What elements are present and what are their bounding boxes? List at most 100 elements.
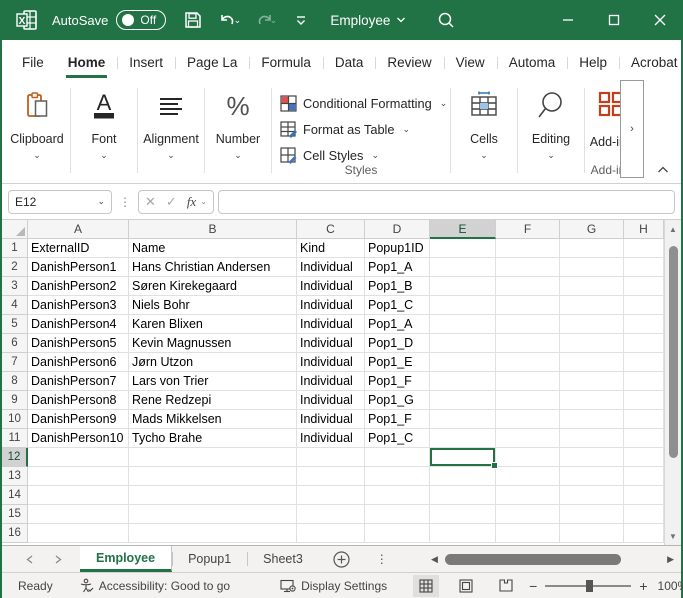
cell-D1[interactable]: Popup1ID [365,239,430,258]
cell-H8[interactable] [624,372,664,391]
cell-B4[interactable]: Niels Bohr [129,296,297,315]
cell-F7[interactable] [496,353,560,372]
save-icon[interactable] [180,7,206,33]
zoom-slider-thumb[interactable] [586,580,593,592]
cell-A6[interactable]: DanishPerson5 [28,334,129,353]
cell-E11[interactable] [430,429,496,448]
cell-G13[interactable] [560,467,624,486]
cell-A8[interactable]: DanishPerson7 [28,372,129,391]
accessibility-status[interactable]: Accessibility: Good to go [79,578,230,593]
row-header-10[interactable]: 10 [2,410,28,429]
cell-H7[interactable] [624,353,664,372]
tab-review[interactable]: Review [375,48,443,78]
column-header-f[interactable]: F [496,220,560,239]
cell-G2[interactable] [560,258,624,277]
cell-A14[interactable] [28,486,129,505]
zoom-slider[interactable] [545,585,631,587]
column-header-d[interactable]: D [365,220,430,239]
row-header-2[interactable]: 2 [2,258,28,277]
column-header-c[interactable]: C [297,220,365,239]
cell-B9[interactable]: Rene Redzepi [129,391,297,410]
row-header-6[interactable]: 6 [2,334,28,353]
cell-F6[interactable] [496,334,560,353]
cell-B13[interactable] [129,467,297,486]
tab-insert[interactable]: Insert [117,48,175,78]
collapse-ribbon-icon[interactable] [657,163,669,177]
cell-D8[interactable]: Pop1_F [365,372,430,391]
cell-G10[interactable] [560,410,624,429]
cell-E4[interactable] [430,296,496,315]
cell-F3[interactable] [496,277,560,296]
cell-A11[interactable]: DanishPerson10 [28,429,129,448]
cell-E12[interactable] [430,448,496,467]
column-header-g[interactable]: G [560,220,624,239]
cell-H12[interactable] [624,448,664,467]
cell-H15[interactable] [624,505,664,524]
cell-G7[interactable] [560,353,624,372]
scroll-right-icon[interactable]: ▶ [662,554,679,565]
cell-G16[interactable] [560,524,624,543]
cell-F14[interactable] [496,486,560,505]
cell-A1[interactable]: ExternalID [28,239,129,258]
cell-A12[interactable] [28,448,129,467]
cell-G3[interactable] [560,277,624,296]
cell-A9[interactable]: DanishPerson8 [28,391,129,410]
cell-D16[interactable] [365,524,430,543]
tab-acrobat[interactable]: Acrobat [619,48,683,78]
cell-E16[interactable] [430,524,496,543]
cell-H13[interactable] [624,467,664,486]
cell-E14[interactable] [430,486,496,505]
cell-C2[interactable]: Individual [297,258,365,277]
cell-H10[interactable] [624,410,664,429]
tab-home[interactable]: Home [56,48,118,78]
format-as-table-button[interactable]: Format as Table⌄ [280,116,450,142]
display-settings[interactable]: Display Settings [280,579,387,593]
cell-C8[interactable]: Individual [297,372,365,391]
new-sheet-button[interactable] [319,546,364,572]
cell-G4[interactable] [560,296,624,315]
cell-C11[interactable]: Individual [297,429,365,448]
insert-function-icon[interactable]: fx [187,194,196,210]
cell-E3[interactable] [430,277,496,296]
cell-A16[interactable] [28,524,129,543]
cell-F8[interactable] [496,372,560,391]
row-header-8[interactable]: 8 [2,372,28,391]
row-header-1[interactable]: 1 [2,239,28,258]
cell-H2[interactable] [624,258,664,277]
cell-B7[interactable]: Jørn Utzon [129,353,297,372]
cell-F11[interactable] [496,429,560,448]
number-group[interactable]: %Number⌄ [205,82,271,183]
cell-B10[interactable]: Mads Mikkelsen [129,410,297,429]
column-header-e[interactable]: E [430,220,496,239]
scroll-up-icon[interactable]: ▲ [669,220,677,238]
formula-input[interactable] [218,190,675,214]
row-header-11[interactable]: 11 [2,429,28,448]
page-break-preview-icon[interactable] [493,575,519,597]
select-all-button[interactable] [2,220,28,239]
normal-view-icon[interactable] [413,575,439,597]
cell-A5[interactable]: DanishPerson4 [28,315,129,334]
name-box[interactable]: E12 ⌄ [8,190,112,214]
cells-group[interactable]: Cells⌄ [451,82,517,183]
cell-H9[interactable] [624,391,664,410]
tab-page-la[interactable]: Page La [175,48,249,78]
cell-G6[interactable] [560,334,624,353]
cell-G1[interactable] [560,239,624,258]
tab-view[interactable]: View [444,48,497,78]
sheet-tab-employee[interactable]: Employee [80,546,172,572]
sheet-tab-sheet3[interactable]: Sheet3 [247,546,319,572]
cell-B1[interactable]: Name [129,239,297,258]
cell-H4[interactable] [624,296,664,315]
cell-C13[interactable] [297,467,365,486]
cell-G15[interactable] [560,505,624,524]
cell-D5[interactable]: Pop1_A [365,315,430,334]
excel-app-icon[interactable]: X [16,9,38,31]
tab-formula[interactable]: Formula [249,48,323,78]
undo-button[interactable]: ⌄ [216,7,242,33]
cell-C10[interactable]: Individual [297,410,365,429]
cell-H14[interactable] [624,486,664,505]
row-header-13[interactable]: 13 [2,467,28,486]
cell-B15[interactable] [129,505,297,524]
tab-data[interactable]: Data [323,48,376,78]
cell-B11[interactable]: Tycho Brahe [129,429,297,448]
